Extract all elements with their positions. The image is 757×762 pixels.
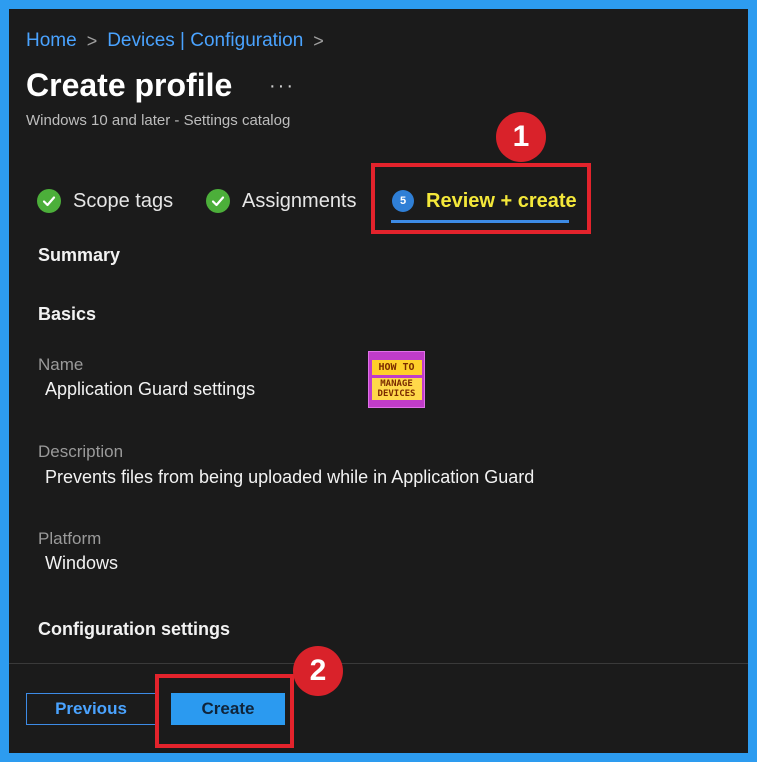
tab-scope-tags[interactable]: Scope tags [37, 185, 173, 217]
tab-assignments[interactable]: Assignments [206, 185, 357, 217]
annotation-badge-2: 2 [293, 646, 343, 696]
create-profile-panel: Home > Devices | Configuration > Create … [9, 9, 748, 753]
platform-label: Platform [38, 529, 102, 548]
description-label: Description [38, 442, 124, 461]
summary-heading: Summary [38, 245, 121, 265]
breadcrumb: Home > Devices | Configuration > [26, 30, 334, 52]
footer-divider [9, 663, 748, 664]
platform-value: Windows [45, 553, 119, 573]
breadcrumb-separator-icon: > [86, 30, 98, 51]
previous-button[interactable]: Previous [26, 693, 156, 725]
annotation-badge-1: 1 [496, 112, 546, 162]
breadcrumb-home[interactable]: Home [26, 30, 77, 52]
tab-label: Assignments [242, 189, 357, 212]
logo-text-mid: MANAGE DEVICES [371, 377, 422, 400]
breadcrumb-separator-icon: > [313, 30, 324, 51]
page-subtitle: Windows 10 and later - Settings catalog [26, 112, 291, 129]
check-icon [206, 189, 230, 213]
more-options-button[interactable]: ··· [269, 75, 295, 98]
logo-text-top: HOW TO [371, 359, 422, 375]
page-title: Create profile [26, 67, 233, 103]
name-label: Name [38, 355, 84, 374]
annotation-box-review-create [371, 163, 591, 234]
name-value: Application Guard settings [45, 379, 256, 399]
description-value: Prevents files from being uploaded while… [45, 467, 535, 487]
tab-label: Scope tags [73, 189, 174, 212]
how-to-manage-devices-logo: HOW TO MANAGE DEVICES [368, 351, 425, 408]
configuration-settings-heading: Configuration settings [38, 619, 230, 639]
breadcrumb-devices-configuration[interactable]: Devices | Configuration [107, 30, 303, 52]
basics-heading: Basics [38, 304, 97, 324]
check-icon [37, 189, 61, 213]
annotation-box-create [155, 674, 294, 748]
